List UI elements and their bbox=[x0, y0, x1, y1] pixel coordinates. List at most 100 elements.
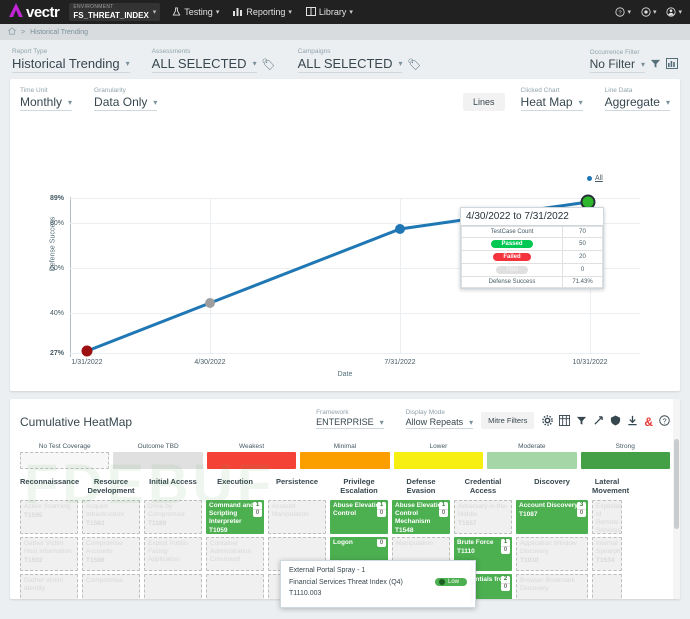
technique-cell[interactable]: Gather Victim Identity bbox=[20, 574, 78, 599]
lines-button[interactable]: Lines bbox=[463, 93, 505, 111]
technique-cell[interactable]: Browser Bookmark Discovery bbox=[516, 574, 588, 599]
technique-name: Adversary-in-the-Middle bbox=[458, 503, 508, 518]
line-data-select[interactable]: Aggregate ▾ bbox=[604, 95, 670, 111]
help-icon[interactable]: ? ▾ bbox=[615, 7, 631, 17]
time-unit-select[interactable]: Monthly ▾ bbox=[20, 95, 73, 111]
pass-count: 1 bbox=[379, 502, 384, 508]
svg-text:?: ? bbox=[662, 416, 666, 425]
technique-cell[interactable]: Account Manipulation bbox=[268, 500, 326, 534]
bar-chart-icon[interactable] bbox=[666, 58, 678, 72]
framework-field[interactable]: Framework ENTERPRISE ▾ bbox=[316, 409, 384, 429]
technique-counts: 1 0 bbox=[377, 502, 386, 517]
environment-stepper-icon[interactable]: ▾ bbox=[153, 9, 157, 16]
occurrence-filter-field[interactable]: Occurrence Filter No Filter ▾ bbox=[589, 49, 678, 73]
tactic-header: Privilege Escalation bbox=[340, 477, 378, 495]
technique-cell[interactable]: Compromise bbox=[82, 574, 140, 599]
assessments-select[interactable]: ALL SELECTED ▾ bbox=[151, 56, 257, 73]
technique-cell[interactable]: Container Administration Command bbox=[206, 537, 264, 571]
environment-selector[interactable]: ENVIRONMENT FS_THREAT_INDEX ▾ bbox=[69, 3, 161, 21]
display-mode-field[interactable]: Display Mode Allow Repeats ▾ bbox=[405, 409, 474, 429]
mitre-filters-button[interactable]: Mitre Filters bbox=[481, 412, 535, 429]
occurrence-filter-select[interactable]: No Filter ▾ bbox=[589, 57, 645, 73]
severity-badge[interactable]: Low bbox=[434, 578, 467, 586]
tag-icon[interactable]: 🏷 bbox=[407, 58, 421, 71]
app-logo[interactable]: vectr bbox=[8, 3, 60, 21]
defense-success-line-chart[interactable]: Defense Success 89% 80% 60% 40% 27% All … bbox=[20, 119, 670, 378]
report-type-field[interactable]: Report Type Historical Trending ▾ bbox=[12, 48, 130, 73]
gear-icon[interactable] bbox=[542, 415, 554, 429]
technique-cell[interactable]: Abuse Elevation Control Mechanism T1548 … bbox=[392, 500, 450, 534]
technique-id: T1010 bbox=[520, 557, 539, 564]
tactic-header: Discovery bbox=[534, 477, 570, 486]
technique-cell[interactable]: Command and Scripting Interpreter T1059 … bbox=[206, 500, 264, 534]
clicked-chart-value: Heat Map bbox=[520, 95, 573, 109]
legend-swatch-6 bbox=[580, 452, 670, 469]
technique-cell[interactable]: Abuse Elevation Control 1 0 bbox=[330, 500, 388, 534]
gear-icon[interactable]: ▾ bbox=[641, 7, 656, 17]
ampersand-icon[interactable]: & bbox=[644, 415, 653, 429]
technique-id: T1592 bbox=[24, 557, 43, 564]
technique-cell[interactable]: Gather Victim Host Information T1592 bbox=[20, 537, 78, 571]
framework-label: Framework bbox=[316, 409, 349, 416]
heatmap-scrollbar[interactable] bbox=[673, 399, 680, 599]
line-data-field[interactable]: Line Data Aggregate ▾ bbox=[604, 87, 670, 111]
technique-cell[interactable]: Internal Spearphishing T1534 bbox=[592, 537, 622, 571]
clicked-chart-field[interactable]: Clicked Chart Heat Map ▾ bbox=[520, 87, 583, 111]
expand-icon[interactable] bbox=[593, 415, 604, 429]
technique-cell[interactable]: Exploitation of Remote Services T1210 bbox=[592, 500, 622, 534]
data-point-2[interactable] bbox=[395, 224, 405, 234]
technique-cell[interactable]: Acquire Infrastructure T1583 bbox=[82, 500, 140, 534]
tooltip-scrollbar[interactable] bbox=[470, 565, 473, 603]
assessments-field[interactable]: Assessments ALL SELECTED ▾ 🏷 bbox=[151, 48, 276, 73]
technique-cell[interactable]: Exploit Public-Facing Application bbox=[144, 537, 202, 571]
clicked-chart-select[interactable]: Heat Map ▾ bbox=[520, 95, 583, 111]
x-tick-0: 1/31/2022 bbox=[71, 359, 103, 366]
nav-icon-group: ? ▾ ▾ ▾ bbox=[615, 7, 682, 17]
time-unit-field[interactable]: Time Unit Monthly ▾ bbox=[20, 87, 73, 111]
data-point-1[interactable] bbox=[205, 298, 215, 308]
report-type-select[interactable]: Historical Trending ▾ bbox=[12, 56, 130, 73]
technique-counts: 1 0 bbox=[253, 502, 262, 517]
environment-value: FS_THREAT_INDEX bbox=[73, 11, 149, 20]
home-icon[interactable] bbox=[7, 27, 17, 37]
display-mode-select[interactable]: Allow Repeats ▾ bbox=[405, 417, 474, 429]
tag-icon[interactable]: 🏷 bbox=[262, 58, 276, 71]
tactic-column-discovery: Discovery Account Discovery T1087 3 0 Ap… bbox=[516, 477, 588, 599]
chart-legend[interactable]: All bbox=[587, 175, 603, 182]
table-icon[interactable] bbox=[559, 415, 571, 429]
download-icon[interactable] bbox=[627, 415, 638, 429]
nav-item-library[interactable]: Library ▾ bbox=[305, 6, 353, 18]
technique-cell[interactable]: Adversary-in-the-Middle T1557 bbox=[454, 500, 512, 534]
nav-item-reporting[interactable]: Reporting ▾ bbox=[233, 7, 292, 18]
technique-name: Account Discovery bbox=[519, 502, 578, 509]
campaigns-select[interactable]: ALL SELECTED ▾ bbox=[297, 56, 403, 73]
technique-cell[interactable]: Active Scanning T1595 bbox=[20, 500, 78, 534]
technique-cell[interactable]: Application Window Discovery T1010 bbox=[516, 537, 588, 571]
data-point-0[interactable] bbox=[81, 345, 93, 357]
technique-name: Internal Spearphishing bbox=[596, 540, 621, 555]
help-icon[interactable]: ? bbox=[659, 415, 670, 429]
tooltip-row-defense-success: Defense Success 71.43% bbox=[461, 276, 603, 288]
chevron-down-icon: ▾ bbox=[627, 9, 631, 16]
technique-id: T1534 bbox=[596, 557, 615, 564]
filter-icon[interactable] bbox=[576, 415, 587, 429]
fail-count: 0 bbox=[377, 509, 386, 517]
legend-weakest: Weakest bbox=[206, 443, 297, 469]
filter-funnel-icon[interactable] bbox=[650, 58, 661, 72]
granularity-field[interactable]: Granularity Data Only ▾ bbox=[94, 87, 158, 111]
framework-select[interactable]: ENTERPRISE ▾ bbox=[316, 417, 384, 429]
technique-cell[interactable]: Compromise Accounts T1586 bbox=[82, 537, 140, 571]
tooltip-campaign-name: Financial Services Threat Index (Q4) bbox=[289, 578, 403, 586]
nav-item-testing[interactable]: Testing ▾ bbox=[172, 6, 219, 18]
technique-cell[interactable]: Drive-by Compromise T1189 bbox=[144, 500, 202, 534]
technique-cell[interactable] bbox=[144, 574, 202, 599]
account-icon[interactable]: ▾ bbox=[666, 7, 682, 17]
campaigns-field[interactable]: Campaigns ALL SELECTED ▾ 🏷 bbox=[297, 48, 421, 73]
shield-check-icon[interactable] bbox=[610, 415, 621, 429]
technique-cell[interactable] bbox=[206, 574, 264, 599]
legend-swatch-0 bbox=[20, 452, 110, 469]
technique-name: Drive-by Compromise bbox=[148, 503, 185, 518]
technique-cell[interactable]: Account Discovery T1087 3 0 bbox=[516, 500, 588, 534]
technique-cell[interactable] bbox=[592, 574, 622, 599]
granularity-select[interactable]: Data Only ▾ bbox=[94, 95, 158, 111]
